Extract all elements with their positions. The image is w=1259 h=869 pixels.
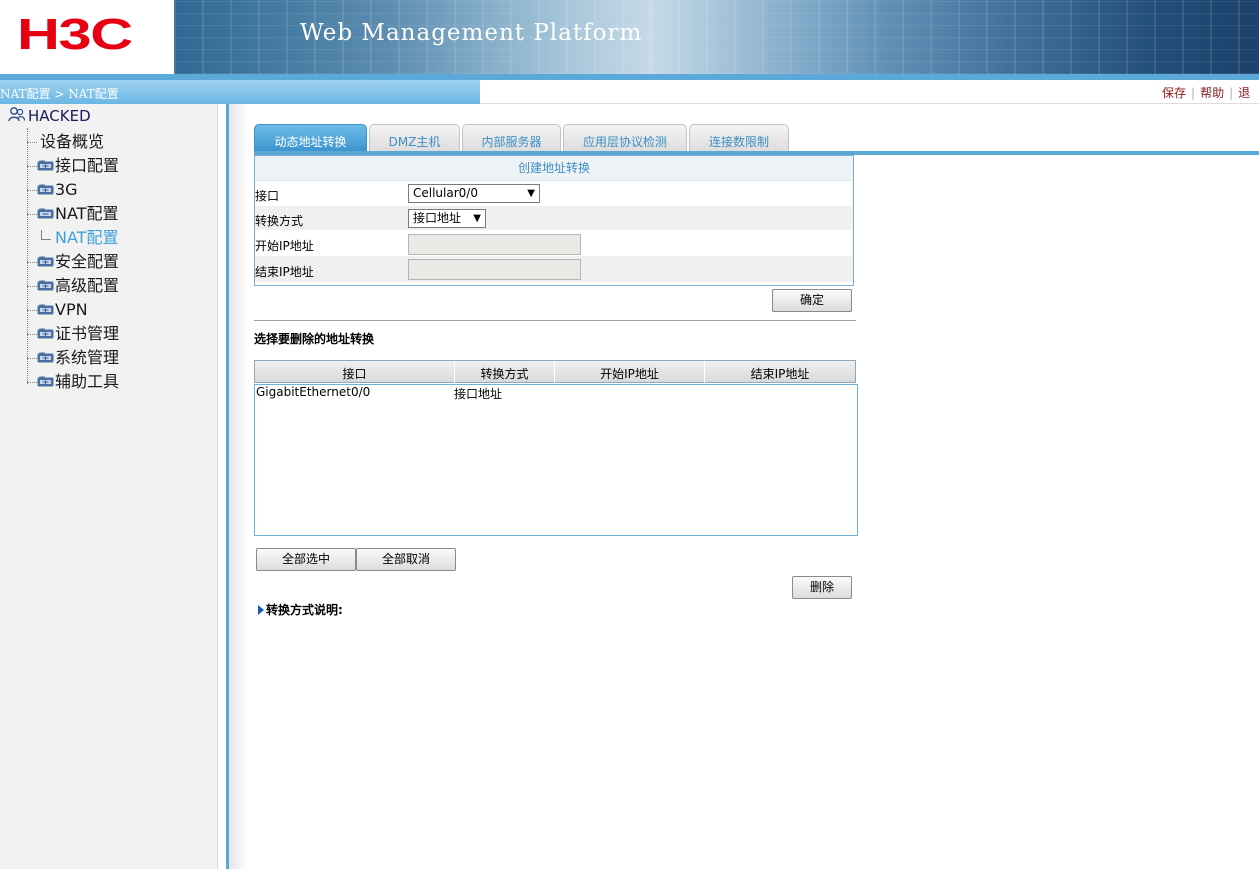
folder-icon — [37, 280, 54, 291]
tree-root-label: HACKED — [28, 107, 91, 125]
sidebar-item-label: 系统管理 — [55, 348, 120, 367]
deselect-all-button[interactable]: 全部取消 — [356, 548, 456, 571]
interface-row: 接口 Cellular0/0 ▼ — [255, 181, 853, 206]
platform-title: Web Management Platform — [300, 20, 643, 46]
sidebar-item-label: 接口配置 — [55, 156, 120, 175]
sidebar-item-vpn[interactable]: VPN — [27, 299, 88, 321]
breadcrumb-bar: NAT配置 > NAT配置 — [0, 80, 480, 104]
sidebar-subitem-nat-config[interactable]: NAT配置 — [41, 227, 118, 249]
sidebar-item-label: 3G — [55, 180, 78, 199]
sidebar-item-interface[interactable]: 接口配置 — [27, 155, 119, 177]
sidebar-gap — [218, 104, 226, 869]
user-group-icon — [8, 107, 25, 122]
end-ip-row: 结束IP地址 — [255, 256, 853, 283]
start-ip-input[interactable] — [408, 234, 581, 255]
tab-dynamic-nat[interactable]: 动态地址转换 — [254, 124, 367, 152]
folder-open-icon — [37, 208, 54, 219]
sidebar-item-device-overview[interactable]: 设备概览 — [27, 131, 104, 153]
folder-icon — [37, 352, 54, 363]
tree-root[interactable]: HACKED — [8, 106, 91, 125]
sidebar-item-security[interactable]: 安全配置 — [27, 251, 119, 273]
tab-dmz-host[interactable]: DMZ主机 — [369, 124, 460, 152]
content-shadow — [229, 104, 249, 869]
column-interface: 接口 — [255, 361, 455, 383]
delete-button[interactable]: 删除 — [792, 576, 852, 599]
mode-row: 转换方式 接口地址 ▼ — [255, 206, 853, 231]
sidebar-item-advanced[interactable]: 高级配置 — [27, 275, 119, 297]
folder-icon — [37, 256, 54, 267]
section-divider — [254, 320, 856, 321]
sidebar-item-label: NAT配置 — [55, 204, 119, 223]
mode-explanation-toggle[interactable]: 转换方式说明: — [258, 601, 343, 618]
tab-alg-detection[interactable]: 应用层协议检测 — [563, 124, 687, 152]
mode-explanation-label: 转换方式说明: — [266, 603, 343, 617]
folder-icon — [37, 376, 54, 387]
select-all-button[interactable]: 全部选中 — [256, 548, 356, 571]
cell-interface: GigabitEthernet0/0 — [256, 385, 371, 399]
interface-label: 接口 — [255, 189, 280, 203]
sidebar-item-3g[interactable]: 3G — [27, 179, 78, 201]
table-header: 接口 转换方式 开始IP地址 结束IP地址 — [254, 360, 856, 383]
dropdown-arrow-icon: ▼ — [527, 188, 535, 199]
end-ip-input[interactable] — [408, 259, 581, 280]
top-links: 保存 | 帮助 | 退 — [1162, 86, 1251, 100]
column-end-ip: 结束IP地址 — [750, 367, 810, 381]
sidebar-item-system[interactable]: 系统管理 — [27, 347, 119, 369]
top-toolbar — [480, 80, 1259, 104]
folder-icon — [37, 304, 54, 315]
dropdown-arrow-icon: ▼ — [473, 213, 481, 224]
sidebar-item-label: VPN — [55, 300, 88, 319]
interface-select[interactable]: Cellular0/0 ▼ — [408, 184, 540, 203]
cell-mode: 接口地址 — [454, 387, 503, 401]
expand-triangle-icon — [258, 605, 264, 615]
mode-label: 转换方式 — [255, 214, 304, 228]
tab-internal-server[interactable]: 内部服务器 — [462, 124, 561, 152]
sidebar-item-certificate[interactable]: 证书管理 — [27, 323, 119, 345]
sidebar-item-label: 高级配置 — [55, 276, 120, 295]
sidebar-item-label: 设备概览 — [40, 132, 105, 151]
sidebar-item-label: 安全配置 — [55, 252, 120, 271]
start-ip-row: 开始IP地址 — [255, 231, 853, 256]
folder-icon — [37, 160, 54, 171]
table-row[interactable]: GigabitEthernet0/0 接口地址 — [255, 385, 857, 401]
form-title: 创建地址转换 — [255, 156, 853, 181]
sidebar-item-label: 证书管理 — [55, 324, 120, 343]
logout-link[interactable]: 退 — [1238, 86, 1250, 100]
create-nat-form: 创建地址转换 接口 Cellular0/0 ▼ 转换方式 接口地址 ▼ 开始IP地址… — [254, 155, 854, 286]
folder-icon — [37, 328, 54, 339]
breadcrumb: NAT配置 > NAT配置 — [0, 87, 119, 101]
sidebar-item-tools[interactable]: 辅助工具 — [27, 371, 119, 393]
confirm-button[interactable]: 确定 — [772, 289, 852, 312]
folder-icon — [37, 184, 54, 195]
header-banner: Web Management Platform — [174, 0, 1259, 74]
column-start-ip: 开始IP地址 — [555, 361, 705, 383]
save-link[interactable]: 保存 — [1162, 86, 1186, 100]
column-mode: 转换方式 — [455, 361, 555, 383]
header: H3C Web Management Platform — [0, 0, 1259, 74]
end-ip-label: 结束IP地址 — [255, 265, 314, 279]
start-ip-label: 开始IP地址 — [255, 239, 314, 253]
delete-section-title: 选择要删除的地址转换 — [254, 332, 375, 346]
nat-table-body: GigabitEthernet0/0 接口地址 — [254, 384, 858, 536]
sidebar-item-nat[interactable]: NAT配置 — [27, 203, 118, 225]
sidebar-subitem-label: NAT配置 — [55, 228, 119, 247]
mode-select[interactable]: 接口地址 ▼ — [408, 209, 486, 228]
h3c-logo: H3C — [0, 0, 174, 74]
sidebar-item-label: 辅助工具 — [55, 372, 120, 391]
tab-connection-limit[interactable]: 连接数限制 — [689, 124, 789, 152]
help-link[interactable]: 帮助 — [1200, 86, 1224, 100]
